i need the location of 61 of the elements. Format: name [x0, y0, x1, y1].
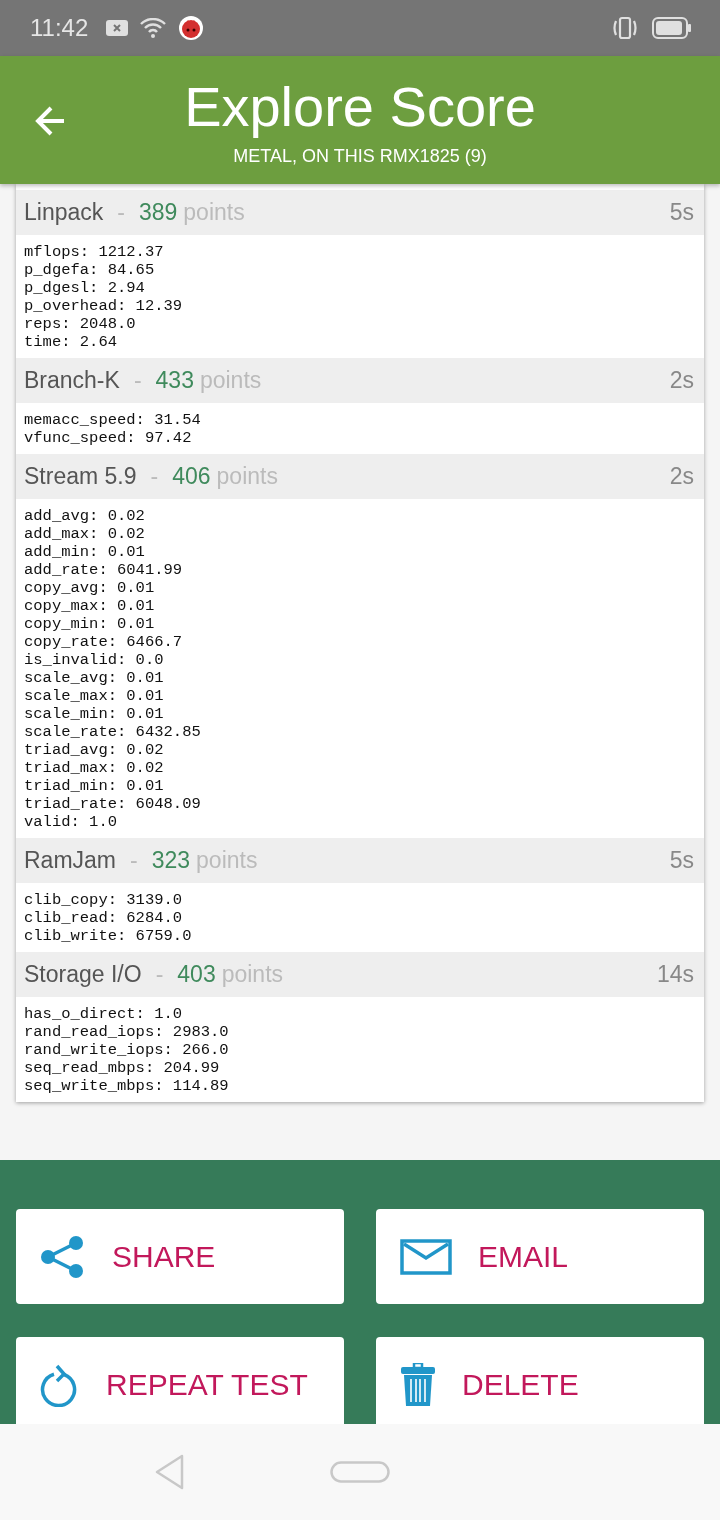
action-button[interactable]: SHARE — [16, 1209, 344, 1304]
score-value: 433 — [155, 367, 194, 394]
metric-line: scale_rate: 6432.85 — [24, 723, 202, 741]
metric-line: add_rate: 6041.99 — [24, 561, 184, 579]
action-button[interactable]: DELETE — [376, 1337, 704, 1424]
page-title: Explore Score — [184, 74, 536, 140]
metric-line: clib_read: 6284.0 — [24, 909, 184, 927]
page-subtitle: METAL, ON THIS RMX1825 (9) — [233, 145, 487, 168]
separator: - — [150, 463, 159, 490]
test-name: Stream 5.9 — [24, 463, 137, 490]
metric-line: clib_write: 6759.0 — [24, 927, 193, 945]
action-button[interactable]: EMAIL — [376, 1209, 704, 1304]
score-value: 323 — [151, 847, 191, 874]
metric-line: add_avg: 0.02 — [24, 507, 146, 525]
test-name: Branch-K — [24, 367, 120, 394]
metric-line: scale_max: 0.01 — [24, 687, 165, 705]
test-name: Storage I/O — [24, 961, 142, 988]
metric-line: triad_max: 0.02 — [24, 759, 165, 777]
metric-line: p_overhead: 12.39 — [24, 297, 184, 315]
test-name: RamJam — [24, 847, 116, 874]
test-duration: 5s — [669, 199, 694, 226]
metric-line: scale_avg: 0.01 — [24, 669, 165, 687]
separator: - — [155, 961, 164, 988]
metric-line: p_dgesl: 2.94 — [24, 279, 146, 297]
metric-line: scale_min: 0.01 — [24, 705, 165, 723]
metric-line: reps: 2048.0 — [24, 315, 137, 333]
score-value: 406 — [172, 463, 211, 490]
test-duration: 2s — [669, 463, 694, 490]
separator: - — [133, 367, 142, 394]
metric-line: triad_rate: 6048.09 — [24, 795, 202, 813]
metric-line: is_invalid: 0.0 — [24, 651, 165, 669]
test-name: Linpack — [24, 199, 104, 226]
metric-line: add_min: 0.01 — [24, 543, 146, 561]
clock: 11:42 — [30, 14, 89, 42]
metric-line: add_max: 0.02 — [24, 525, 146, 543]
test-duration: 14s — [656, 961, 694, 988]
metric-line: p_dgefa: 84.65 — [24, 261, 156, 279]
metric-line: copy_avg: 0.01 — [24, 579, 156, 597]
test-duration: 5s — [669, 847, 694, 874]
metric-line: copy_max: 0.01 — [24, 597, 156, 615]
metric-line: mflops: 1212.37 — [24, 243, 165, 261]
metric-line: vfunc_speed: 97.42 — [24, 429, 193, 447]
metric-line: seq_write_mbps: 114.89 — [24, 1077, 230, 1095]
metric-line: copy_rate: 6466.7 — [24, 633, 184, 651]
metric-line: triad_min: 0.01 — [24, 777, 165, 795]
score-value: 403 — [177, 961, 216, 988]
separator: - — [117, 199, 125, 226]
test-duration: 2s — [669, 367, 694, 394]
metric-line: seq_read_mbps: 204.99 — [24, 1059, 221, 1077]
metric-line: rand_write_iops: 266.0 — [24, 1041, 230, 1059]
metric-line: memacc_speed: 31.54 — [24, 411, 202, 429]
action-button[interactable]: REPEAT TEST — [16, 1337, 344, 1424]
metric-line: clib_copy: 3139.0 — [24, 891, 184, 909]
metric-line: triad_avg: 0.02 — [24, 741, 165, 759]
metric-line: rand_read_iops: 2983.0 — [24, 1023, 230, 1041]
score-value: 389 — [138, 199, 178, 226]
metric-line: time: 2.64 — [24, 333, 118, 351]
separator: - — [130, 847, 138, 874]
metric-line: valid: 1.0 — [24, 813, 118, 831]
metric-line: has_o_direct: 1.0 — [24, 1005, 184, 1023]
metric-line: copy_min: 0.01 — [24, 615, 156, 633]
